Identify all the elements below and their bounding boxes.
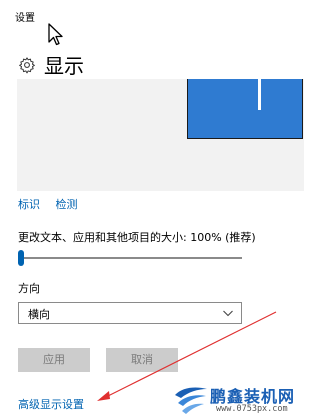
swoosh-logo-icon <box>175 387 207 414</box>
apply-button[interactable]: 应用 <box>18 348 90 372</box>
cancel-button[interactable]: 取消 <box>106 348 178 372</box>
advanced-display-settings-link[interactable]: 高级显示设置 <box>18 396 84 412</box>
orientation-label: 方向 <box>18 282 40 295</box>
chevron-down-icon <box>223 310 233 317</box>
gear-icon <box>19 56 35 73</box>
watermark-url: www.0753px.com <box>216 404 288 414</box>
mouse-cursor-icon <box>48 23 63 46</box>
page-title: 显示 <box>44 54 84 78</box>
orientation-selected-value: 横向 <box>28 308 50 321</box>
monitor-number-label <box>258 79 261 110</box>
orientation-dropdown[interactable]: 横向 <box>18 302 242 324</box>
display-arrangement-area[interactable] <box>17 79 304 191</box>
scale-slider[interactable] <box>18 250 242 266</box>
monitor-tile[interactable] <box>187 79 303 139</box>
page-header: 显示 <box>18 50 84 79</box>
titlebar-placeholder <box>55 9 71 21</box>
scale-label: 更改文本、应用和其他项目的大小: 100% (推荐) <box>18 231 256 244</box>
site-watermark: 鹏鑫装机网 www.0753px.com <box>172 381 312 419</box>
display-links: 标识 检测 <box>18 196 90 212</box>
detect-link[interactable]: 检测 <box>56 198 78 211</box>
identify-link[interactable]: 标识 <box>18 198 40 211</box>
window-title: 设置 <box>15 13 35 24</box>
slider-track <box>18 257 242 259</box>
slider-thumb[interactable] <box>18 250 24 266</box>
